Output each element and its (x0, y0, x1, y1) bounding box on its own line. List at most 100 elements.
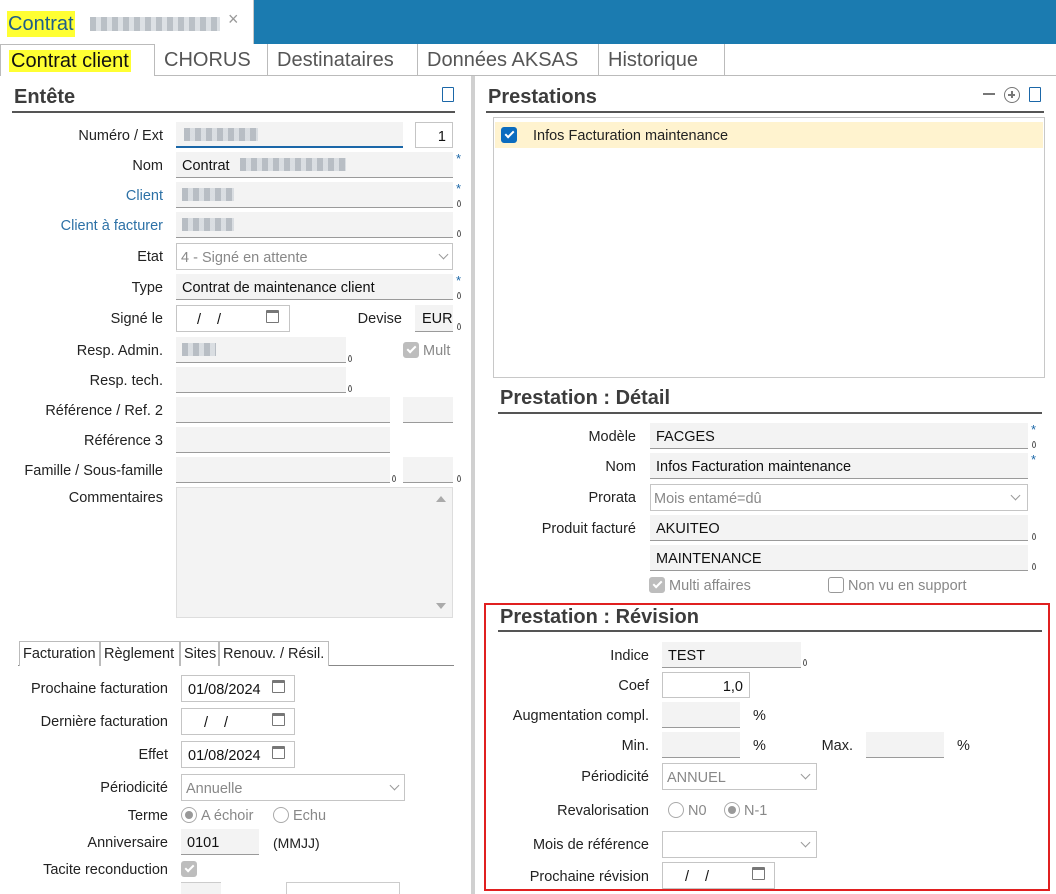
prorata-select[interactable]: Mois entamé=dû (650, 484, 1028, 511)
type-input[interactable]: Contrat de maintenance client (176, 274, 453, 300)
anniversaire-label: Anniversaire (87, 835, 168, 851)
terme-echoir-radio[interactable] (181, 807, 197, 823)
required-marker: * (456, 151, 462, 166)
mois-ref-label: Mois de référence (532, 837, 649, 853)
subtab-reglement[interactable]: Règlement (100, 641, 180, 666)
calendar-icon[interactable] (272, 713, 285, 726)
list-item[interactable]: Infos Facturation maintenance (495, 122, 1043, 148)
cut-off-input[interactable] (181, 882, 221, 894)
client-link[interactable]: Client (10, 188, 163, 204)
signe-label: Signé le (110, 311, 163, 327)
modele-label: Modèle (588, 429, 636, 445)
revision-periodicite-label: Périodicité (581, 769, 649, 785)
entete-rule (12, 111, 455, 113)
multi-affaires-checkbox[interactable] (649, 577, 665, 593)
locate-icon[interactable] (457, 200, 461, 207)
reference-input[interactable] (176, 397, 390, 423)
n1-label: N-1 (744, 803, 768, 819)
resp-admin-label: Resp. Admin. (76, 343, 163, 359)
locate-icon[interactable] (1032, 563, 1036, 570)
etat-label: Etat (137, 249, 163, 265)
client-facturer-link[interactable]: Client à facturer (10, 218, 163, 234)
devise-label: Devise (357, 311, 402, 327)
tacite-checkbox[interactable] (181, 861, 197, 877)
locate-icon[interactable] (392, 475, 396, 482)
locate-icon[interactable] (457, 292, 461, 299)
close-tab-icon[interactable]: × (228, 9, 239, 30)
prestation-checkbox[interactable] (501, 127, 517, 143)
panel-splitter[interactable] (471, 76, 475, 894)
locate-icon[interactable] (1032, 441, 1036, 448)
terme-echu-radio[interactable] (273, 807, 289, 823)
tab-donnees-aksas[interactable]: Données AKSAS (418, 44, 599, 75)
locate-icon[interactable] (803, 659, 807, 666)
subtab-facturation[interactable]: Facturation (19, 641, 100, 666)
scroll-down-icon[interactable] (436, 603, 446, 609)
sous-famille-input[interactable] (403, 457, 453, 483)
detail-title: Prestation : Détail (500, 387, 671, 409)
famille-input[interactable] (176, 457, 390, 483)
document-tab[interactable]: Contrat × (0, 0, 254, 44)
n1-radio[interactable] (724, 802, 740, 818)
calendar-icon[interactable] (752, 867, 765, 880)
detail-nom-input[interactable]: Infos Facturation maintenance (650, 453, 1028, 479)
tab-contrat-client[interactable]: Contrat client (0, 44, 155, 76)
tab-destinataires[interactable]: Destinataires (268, 44, 418, 75)
resp-tech-input[interactable] (176, 367, 346, 393)
modele-input[interactable]: FACGES (650, 423, 1028, 449)
n0-radio[interactable] (668, 802, 684, 818)
revalorisation-label: Revalorisation (557, 803, 649, 819)
anniversaire-input[interactable]: 0101 (181, 829, 259, 855)
mult-checkbox[interactable] (403, 342, 419, 358)
devise-input[interactable]: EUR (415, 305, 453, 332)
produit-label: Produit facturé (541, 521, 636, 537)
client-facturer-input[interactable] (176, 212, 453, 238)
produit-input-1[interactable]: AKUITEO (650, 515, 1028, 541)
calendar-icon[interactable] (272, 746, 285, 759)
client-input[interactable] (176, 182, 453, 208)
subtab-sites[interactable]: Sites (180, 641, 219, 666)
max-input[interactable] (866, 732, 944, 758)
indice-input[interactable]: TEST (662, 642, 801, 668)
subtab-renouv[interactable]: Renouv. / Résil. (219, 641, 329, 666)
scroll-up-icon[interactable] (436, 496, 446, 502)
non-vu-checkbox[interactable] (828, 577, 844, 593)
commentaires-textarea[interactable] (176, 487, 453, 618)
multi-affaires-label: Multi affaires (669, 578, 751, 594)
terme-echoir-label: A échoir (201, 808, 254, 824)
etat-select[interactable]: 4 - Signé en attente (176, 243, 453, 270)
cut-off-date-input[interactable] (286, 882, 400, 894)
resp-admin-input[interactable] (176, 337, 346, 363)
produit-input-2[interactable]: MAINTENANCE (650, 545, 1028, 571)
tab-chorus[interactable]: CHORUS (155, 44, 268, 75)
add-circle-icon[interactable] (1004, 87, 1020, 103)
locate-icon[interactable] (457, 230, 461, 237)
augmentation-label: Augmentation compl. (512, 708, 649, 724)
min-input[interactable] (662, 732, 740, 758)
locate-icon[interactable] (348, 355, 352, 362)
reference3-input[interactable] (176, 427, 390, 453)
mois-ref-select[interactable] (662, 831, 817, 858)
ref2-input[interactable] (403, 397, 453, 423)
locate-icon[interactable] (1032, 533, 1036, 540)
calendar-icon[interactable] (272, 680, 285, 693)
nom-input[interactable]: Contrat (176, 152, 453, 178)
terme-echu-label: Echu (293, 808, 327, 824)
numero-input[interactable] (176, 122, 403, 148)
ext-input[interactable]: 1 (415, 122, 453, 148)
coef-input[interactable]: 1,0 (662, 672, 750, 698)
locate-icon[interactable] (457, 475, 461, 482)
augmentation-input[interactable] (662, 702, 740, 728)
max-label: Max. (821, 738, 853, 754)
periodicite-select[interactable]: Annuelle (181, 774, 405, 801)
prochaine-facturation-label: Prochaine facturation (30, 681, 168, 697)
percent-label: % (753, 708, 766, 724)
locate-icon[interactable] (457, 323, 461, 330)
document-icon[interactable] (1029, 87, 1041, 102)
revision-periodicite-select[interactable]: ANNUEL (662, 763, 817, 790)
minus-icon[interactable] (983, 93, 995, 95)
tab-historique[interactable]: Historique (599, 44, 725, 75)
document-icon[interactable] (442, 87, 454, 102)
calendar-icon[interactable] (266, 310, 279, 323)
locate-icon[interactable] (348, 385, 352, 392)
